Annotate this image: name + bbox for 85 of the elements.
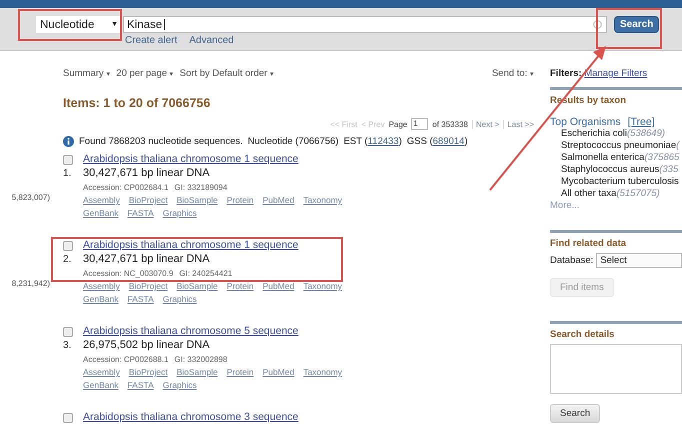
accession-text: Accession: CP002684.1 bbox=[83, 183, 168, 192]
related-link[interactable]: PubMed bbox=[262, 367, 294, 377]
result-number: 1. bbox=[63, 168, 72, 179]
gi-text: GI: 240254421 bbox=[179, 269, 232, 278]
search-link[interactable]: Advanced bbox=[189, 35, 234, 46]
format-link[interactable]: FASTA bbox=[127, 294, 154, 304]
nucleotide-count: Nucleotide (7066756) bbox=[248, 136, 339, 147]
section-heading: Find related data bbox=[550, 238, 628, 249]
section-heading: Search details bbox=[550, 329, 616, 340]
manage-filters-link[interactable]: Manage Filters bbox=[584, 68, 648, 79]
related-link[interactable]: Protein bbox=[226, 281, 254, 291]
search-button[interactable]: Search bbox=[614, 16, 660, 33]
related-link[interactable]: BioProject bbox=[128, 195, 168, 205]
related-link[interactable]: Assembly bbox=[83, 367, 120, 377]
sequence-size: 26,975,502 bp linear DNA bbox=[83, 339, 211, 351]
related-link[interactable]: Taxonomy bbox=[303, 367, 342, 377]
related-link[interactable]: BioSample bbox=[176, 367, 218, 377]
search-details-field[interactable] bbox=[550, 344, 682, 394]
organism-link[interactable]: Mycobacterium tuberculosis bbox=[550, 176, 682, 188]
related-link[interactable]: BioSample bbox=[176, 195, 218, 205]
organism-link[interactable]: Escherichia coli(538649) bbox=[550, 128, 682, 140]
organism-link[interactable]: All other taxa(5157075) bbox=[550, 188, 682, 200]
related-link[interactable]: BioProject bbox=[128, 281, 168, 291]
tree-link[interactable]: [Tree] bbox=[628, 116, 655, 128]
next-page-link[interactable]: Next > bbox=[472, 120, 500, 128]
search-link[interactable]: Create alert bbox=[125, 35, 178, 46]
related-link[interactable]: PubMed bbox=[262, 195, 294, 205]
highlight-box bbox=[596, 8, 662, 49]
clear-icon[interactable] bbox=[593, 20, 602, 29]
results-heading: Items: 1 to 20 of 7066756 bbox=[63, 96, 212, 110]
related-link[interactable]: PubMed bbox=[262, 281, 294, 291]
organism-link[interactable]: Staphylococcus aureus(335 bbox=[550, 164, 682, 176]
format-link[interactable]: FASTA bbox=[127, 208, 154, 218]
est-count: EST (112433) bbox=[344, 136, 402, 147]
gss-link[interactable]: 689014 bbox=[432, 136, 464, 147]
format-link[interactable]: GenBank bbox=[83, 294, 118, 304]
side-count: 5,823,007) bbox=[12, 193, 50, 202]
result-number: 3. bbox=[63, 340, 72, 351]
result-checkbox[interactable] bbox=[63, 241, 73, 251]
top-organisms-link[interactable]: Top Organisms bbox=[550, 116, 621, 128]
sequence-size: 30,427,671 bp linear DNA bbox=[83, 167, 211, 179]
related-link[interactable]: BioSample bbox=[176, 281, 218, 291]
related-link[interactable]: Protein bbox=[226, 195, 254, 205]
result-title-link[interactable]: Arabidopsis thaliana chromosome 5 sequence bbox=[83, 325, 342, 337]
database-select[interactable]: Select bbox=[596, 253, 682, 268]
est-link[interactable]: 112433 bbox=[368, 136, 399, 147]
format-link[interactable]: Graphics bbox=[162, 294, 197, 304]
organism-link[interactable]: Salmonella enterica(375865 bbox=[550, 152, 682, 164]
related-link[interactable]: Taxonomy bbox=[303, 195, 342, 205]
related-link[interactable]: Assembly bbox=[83, 281, 120, 291]
format-link[interactable]: Graphics bbox=[162, 208, 197, 218]
result-title-link[interactable]: Arabidopsis thaliana chromosome 3 sequence bbox=[83, 411, 298, 423]
related-link[interactable]: Protein bbox=[226, 367, 254, 377]
result-checkbox[interactable] bbox=[63, 155, 73, 165]
more-link[interactable]: More... bbox=[550, 200, 682, 211]
format-link[interactable]: GenBank bbox=[83, 380, 118, 390]
related-link[interactable]: BioProject bbox=[128, 367, 168, 377]
page-field[interactable]: 1 bbox=[411, 118, 428, 130]
format-link[interactable]: FASTA bbox=[127, 380, 154, 390]
page-label: Page bbox=[388, 120, 408, 128]
related-link[interactable]: Assembly bbox=[83, 195, 120, 205]
organism-link[interactable]: Streptococcus pneumoniae( bbox=[550, 140, 682, 152]
gss-count: GSS (689014) bbox=[406, 136, 468, 147]
gi-text: GI: 332002898 bbox=[174, 355, 228, 364]
gi-text: GI: 332189094 bbox=[174, 183, 228, 192]
related-link[interactable]: Taxonomy bbox=[303, 281, 342, 291]
accession-text: Accession: CP002688.1 bbox=[83, 355, 168, 364]
format-link[interactable]: Graphics bbox=[162, 380, 197, 390]
search-details-button[interactable]: Search bbox=[550, 404, 600, 423]
last-page-link[interactable]: Last >> bbox=[503, 120, 534, 128]
database-label: Database: bbox=[550, 255, 594, 266]
accession-text: Accession: NC_003070.9 bbox=[83, 269, 174, 278]
info-icon bbox=[63, 136, 74, 147]
result-number: 2. bbox=[63, 254, 72, 265]
result-title-link[interactable]: Arabidopsis thaliana chromosome 1 sequence bbox=[83, 239, 342, 251]
page-count: of 353338 bbox=[432, 120, 468, 128]
side-count: 8,231,942) bbox=[12, 279, 50, 288]
search-field[interactable]: Kinase bbox=[123, 16, 607, 33]
sequence-size: 30,427,671 bp linear DNA bbox=[83, 253, 211, 265]
found-text: Found 7868203 nucleotide sequences. bbox=[79, 136, 243, 147]
result-checkbox[interactable] bbox=[63, 413, 73, 423]
result-checkbox[interactable] bbox=[63, 327, 73, 337]
format-link[interactable]: GenBank bbox=[83, 208, 118, 218]
result-title-link[interactable]: Arabidopsis thaliana chromosome 1 sequence bbox=[83, 153, 342, 165]
filters-label: Filters: bbox=[550, 68, 582, 79]
